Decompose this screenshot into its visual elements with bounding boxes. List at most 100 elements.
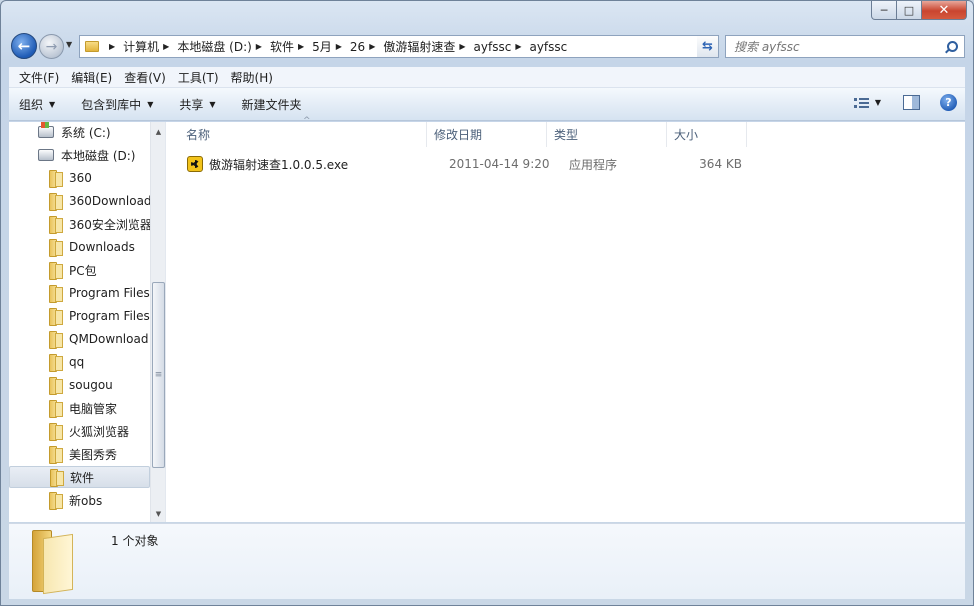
tree-item[interactable]: 电脑管家 [9,397,150,419]
tree-item[interactable]: sougou [9,374,150,396]
folder-icon [49,285,63,303]
tree-item[interactable]: 360 [9,167,150,189]
chevron-right-icon[interactable]: ▶ [109,42,115,51]
file-type: 应用程序 [569,157,618,172]
breadcrumb-item[interactable]: ▶ 本地磁盘 (D:) [159,36,252,57]
scroll-down-button[interactable]: ▼ [151,506,165,522]
search-box [725,35,965,58]
tree-item-label: qq [69,355,85,369]
menu-tools[interactable]: 工具(T) [172,69,225,86]
tree-item[interactable]: Program Files [9,282,150,304]
chevron-right-icon[interactable]: ▶ [256,42,262,51]
chevron-right-icon[interactable]: ▶ [336,42,342,51]
view-dropdown-button[interactable]: ▼ [875,98,881,107]
chevron-right-icon[interactable]: ▶ [459,42,465,51]
back-button[interactable]: ← [11,33,37,59]
tree-item[interactable]: 本地磁盘 (D:) [9,144,150,166]
chevron-right-icon[interactable]: ▶ [163,42,169,51]
breadcrumb-item[interactable]: ▶ 26 [332,36,365,57]
breadcrumb-label: 软件 [269,40,294,54]
menu-help[interactable]: 帮助(H) [225,69,279,86]
navigation-scrollbar[interactable]: ▲ ≡ ▼ [150,122,165,522]
column-type[interactable]: 类型 [547,122,667,147]
refresh-button[interactable]: ⇆ [697,35,719,58]
chevron-right-icon[interactable]: ▶ [369,42,375,51]
close-button[interactable]: ✕ [922,1,967,20]
minimize-button[interactable]: ─ [871,1,897,20]
menu-view[interactable]: 查看(V) [118,69,172,86]
tree-item[interactable]: PC包 [9,259,150,281]
tree-item-label: 软件 [70,470,95,485]
back-arrow-icon: ← [17,37,31,55]
breadcrumb-item[interactable]: ▶ ayfssc [455,36,511,57]
tree-item[interactable]: 360安全浏览器 [9,213,152,235]
breadcrumb-item[interactable]: ▶ 软件 [252,36,294,57]
breadcrumb-label: 计算机 [123,40,160,54]
tree-item[interactable]: qq [9,351,150,373]
search-icon[interactable] [944,40,958,54]
content-area: 系统 (C:) 本地磁盘 (D:) 360 360Downloads 360安全浏览器 D… [9,116,965,522]
breadcrumb-item[interactable]: ▶ 5月 [294,36,332,57]
folder-icon [49,400,63,418]
column-modified[interactable]: 修改日期 [427,122,547,147]
tree-item[interactable]: 美图秀秀 [9,443,150,465]
chevron-down-icon: ▼ [209,99,216,109]
tree-item[interactable]: 火狐浏览器 [9,420,150,442]
chevron-right-icon[interactable]: ▶ [515,42,521,51]
include-in-library-button[interactable]: 包含到库中 ▼ [81,96,153,113]
explorer-window: ─ □ ✕ ← → ▼ ▶ 计算机 ▶ 本地磁盘 (D:) ▶ 软件 ▶ 5月 ▶ 26 ▶ 傲游辐射… [0,0,974,606]
new-folder-button[interactable]: 新建文件夹 [242,96,302,113]
breadcrumb-label: 本地磁盘 (D:) [177,40,252,54]
preview-pane-icon[interactable] [903,95,920,110]
organize-button[interactable]: 组织 ▼ [19,96,55,113]
address-bar[interactable]: ▶ 计算机 ▶ 本地磁盘 (D:) ▶ 软件 ▶ 5月 ▶ 26 ▶ 傲游辐射速查 ▶ ayfssc ▶ ay… [79,35,717,58]
tree-item[interactable]: QMDownload [9,328,150,350]
folder-icon [49,308,63,326]
help-icon[interactable]: ? [940,94,957,111]
view-options-icon[interactable] [853,96,870,110]
tree-item[interactable]: Program Files [9,305,150,327]
recent-pages-button[interactable]: ▼ [66,40,72,49]
column-header-row: 名称 修改日期 类型 大小 [167,116,747,147]
breadcrumb-item[interactable]: ▶ ayfssc [511,36,567,57]
chevron-down-icon: ▼ [147,99,154,109]
folder-icon [49,170,63,188]
tree-item[interactable]: 新obs [9,489,150,511]
folder-icon [49,423,63,441]
column-size[interactable]: 大小 [667,122,747,147]
tree-item[interactable]: Downloads [9,236,150,258]
tree-item[interactable]: 软件 [9,466,150,488]
organize-label: 组织 [19,97,44,112]
forward-button[interactable]: → [39,34,64,59]
file-name: 傲游辐射速查1.0.0.5.exe [209,157,349,172]
drive-icon [38,122,54,138]
tree-item-label: QMDownload [69,332,149,346]
breadcrumb-label: ayfssc [529,39,568,54]
column-modified-label: 修改日期 [434,128,483,142]
tree-item-label: Downloads [69,240,135,254]
breadcrumb-item[interactable]: ▶ 傲游辐射速查 [365,36,455,57]
breadcrumb: ▶ 计算机 ▶ 本地磁盘 (D:) ▶ 软件 ▶ 5月 ▶ 26 ▶ 傲游辐射速查 ▶ ayfssc ▶ ay… [105,36,567,57]
tree-item-label: 火狐浏览器 [69,424,130,439]
tree-item[interactable]: 系统 (C:) [9,122,150,143]
file-row[interactable]: 傲游辐射速查1.0.0.5.exe 2011-04-14 9:20 应用程序 3… [167,153,742,175]
command-bar-right: ▼ ? [853,94,957,111]
chevron-right-icon[interactable]: ▶ [298,42,304,51]
scroll-thumb[interactable]: ≡ [152,282,165,468]
tree-item-label: 360安全浏览器 [69,217,152,232]
tree-item-label: Program Files [69,309,150,323]
breadcrumb-label: 26 [349,39,366,54]
navigation-row: ← → ▼ ▶ 计算机 ▶ 本地磁盘 (D:) ▶ 软件 ▶ 5月 ▶ 26 ▶ 傲游辐射速查 ▶ ayf… [9,31,965,61]
tree-item[interactable]: 360Downloads [9,190,158,212]
column-size-label: 大小 [674,128,699,142]
menu-file[interactable]: 文件(F) [13,69,65,86]
radiation-app-icon [187,156,203,172]
tree-item-label: Program Files [69,286,150,300]
search-input[interactable] [726,36,944,57]
column-name[interactable]: 名称 [167,116,427,147]
share-button[interactable]: 共享 ▼ [179,96,215,113]
breadcrumb-item[interactable]: ▶ 计算机 [105,36,159,57]
maximize-button[interactable]: □ [897,1,922,20]
menu-edit[interactable]: 编辑(E) [65,69,118,86]
scroll-up-button[interactable]: ▲ [151,124,165,140]
